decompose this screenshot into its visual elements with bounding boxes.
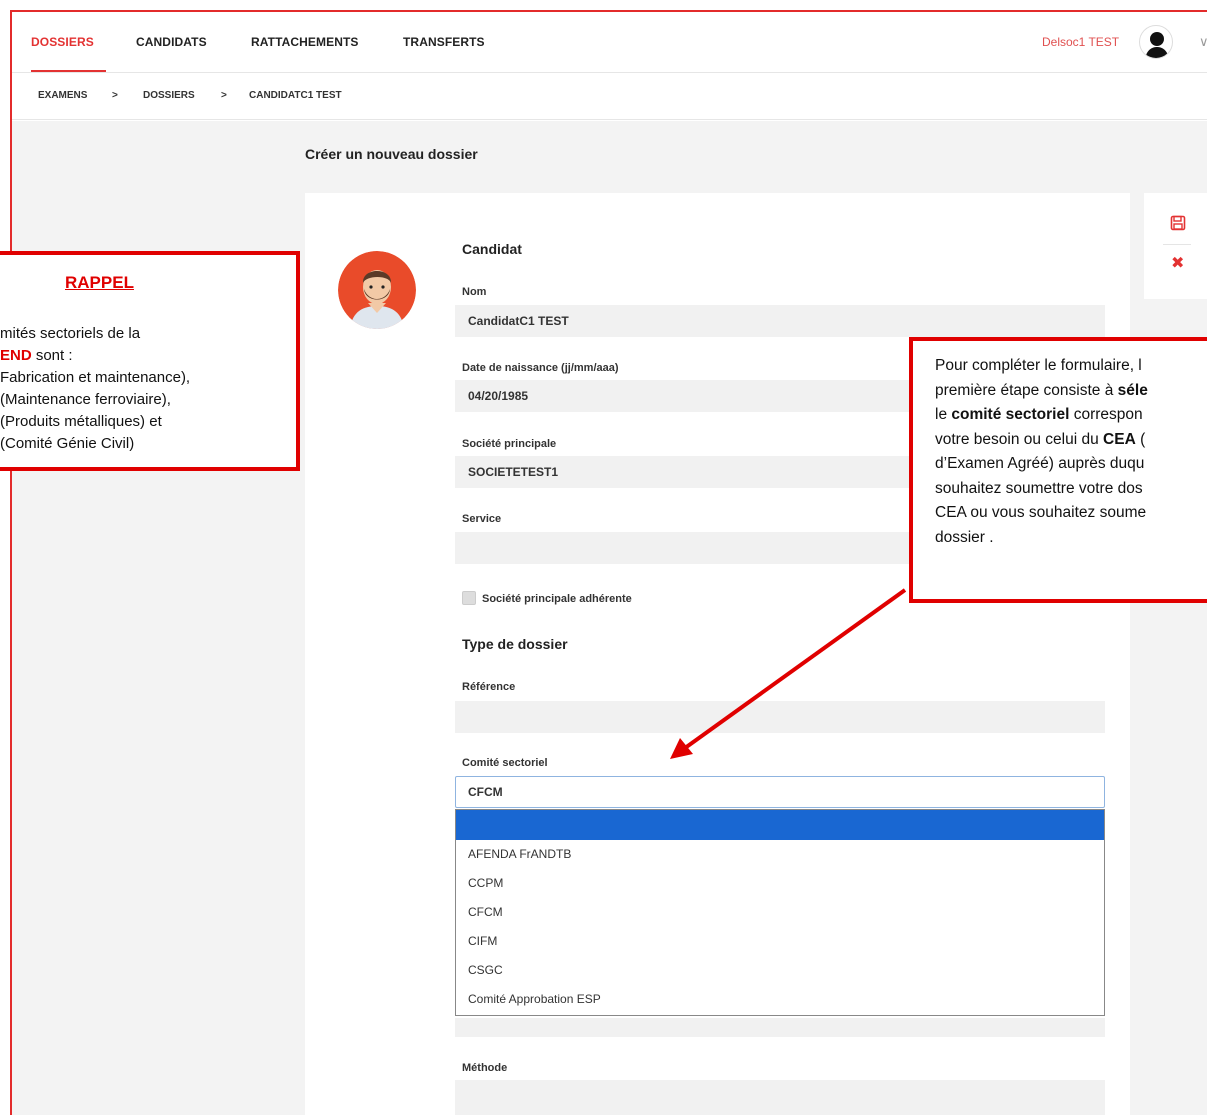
instruction-callout: Pour compléter le formulaire, l première… (909, 337, 1207, 603)
instruction-bold: CEA (1103, 430, 1136, 448)
rappel-line: (Produits métalliques) et (0, 413, 162, 430)
section-type-title: Type de dossier (462, 636, 568, 652)
instruction-line: Pour compléter le formulaire, l (935, 357, 1142, 374)
dropdown-option[interactable]: AFENDA FrANDTB (456, 840, 1104, 869)
instruction-body: Pour compléter le formulaire, l première… (935, 354, 1148, 550)
divider (1163, 244, 1191, 245)
methode-field[interactable] (455, 1080, 1105, 1115)
hidden-field-under-dropdown[interactable] (455, 1018, 1105, 1037)
dropdown-option[interactable]: CCPM (456, 869, 1104, 898)
service-label: Service (462, 513, 502, 525)
dropdown-option[interactable]: Comité Approbation ESP (456, 985, 1104, 1014)
rappel-line: END sont : (0, 345, 190, 367)
tab-dossiers[interactable]: DOSSIERS (31, 12, 94, 73)
rappel-line: Fabrication et maintenance), (0, 369, 191, 386)
instruction-text: première étape consiste à (935, 381, 1118, 399)
instruction-line: CEA ou vous souhaitez soume (935, 504, 1147, 521)
candidate-avatar (338, 251, 416, 329)
instruction-line: souhaitez soumettre votre dos (935, 479, 1143, 497)
instruction-line: dossier . (935, 528, 994, 546)
rappel-line: (Comité Génie Civil) (0, 435, 135, 452)
dropdown-option[interactable]: CIFM (456, 927, 1104, 956)
rappel-title: RAPPEL (65, 273, 134, 292)
breadcrumb: EXAMENS > DOSSIERS > CANDIDATC1 TEST (12, 74, 1207, 120)
adherente-checkbox[interactable] (462, 591, 476, 605)
breadcrumb-separator: > (221, 90, 227, 101)
dob-label: Date de naissance (jj/mm/aaa) (462, 362, 619, 374)
action-panel (1144, 193, 1207, 299)
instruction-bold: séle (1117, 381, 1148, 399)
nom-field[interactable]: CandidatC1 TEST (455, 305, 1105, 337)
comite-label: Comité sectoriel (462, 757, 548, 769)
reference-field[interactable] (455, 701, 1105, 733)
user-avatar-icon[interactable] (1139, 25, 1173, 59)
tab-transferts[interactable]: TRANSFERTS (403, 12, 485, 73)
instruction-line: première étape consiste à séle (935, 379, 1148, 404)
dropdown-option-empty[interactable] (456, 810, 1104, 840)
instruction-line: le comité sectoriel correspon (935, 403, 1148, 428)
rappel-line: (Maintenance ferroviaire), (0, 391, 171, 408)
adherente-checkbox-row[interactable]: Société principale adhérente (462, 591, 632, 607)
instruction-line: votre besoin ou celui du CEA ( (935, 428, 1148, 453)
close-icon[interactable]: ✖ (1171, 254, 1184, 274)
save-icon[interactable] (1170, 215, 1186, 231)
dropdown-option[interactable]: CSGC (456, 956, 1104, 985)
reference-label: Référence (462, 681, 516, 693)
instruction-text: votre besoin ou celui du (935, 430, 1104, 448)
comite-dropdown: AFENDA FrANDTB CCPM CFCM CIFM CSGC Comit… (455, 809, 1105, 1016)
dropdown-option[interactable]: CFCM (456, 898, 1104, 927)
tab-rattachements[interactable]: RATTACHEMENTS (251, 12, 359, 73)
instruction-bold: comité sectoriel (951, 406, 1070, 423)
rappel-body: mités sectoriels de la END sont : Fabric… (0, 323, 190, 455)
chevron-down-icon[interactable]: ∨ (1199, 12, 1207, 72)
rappel-highlight: END (0, 347, 32, 364)
comite-select[interactable]: CFCM (455, 776, 1105, 808)
breadcrumb-item-examens[interactable]: EXAMENS (38, 74, 87, 118)
instruction-text: le (935, 406, 952, 423)
instruction-text: ( (1135, 430, 1146, 448)
active-tab-underline (31, 70, 106, 72)
societe-label: Société principale (462, 438, 557, 450)
section-candidat-title: Candidat (462, 241, 522, 257)
user-name[interactable]: Delsoc1 TEST (1042, 12, 1119, 72)
rappel-callout: RAPPEL mités sectoriels de la END sont :… (0, 251, 300, 471)
methode-label: Méthode (462, 1062, 508, 1074)
instruction-text: correspon (1069, 406, 1143, 423)
instruction-line: d’Examen Agréé) auprès duqu (935, 455, 1145, 472)
tab-candidats[interactable]: CANDIDATS (136, 12, 207, 73)
breadcrumb-separator: > (112, 90, 118, 101)
rappel-text: sont : (31, 347, 73, 364)
rappel-line: mités sectoriels de la (0, 325, 141, 342)
breadcrumb-item-candidat: CANDIDATC1 TEST (249, 90, 342, 101)
nom-label: Nom (462, 286, 487, 298)
adherente-label: Société principale adhérente (482, 593, 632, 605)
top-nav-bar: DOSSIERS CANDIDATS RATTACHEMENTS TRANSFE… (12, 12, 1207, 73)
page-title: Créer un nouveau dossier (305, 146, 478, 162)
breadcrumb-item-dossiers[interactable]: DOSSIERS (143, 74, 195, 118)
